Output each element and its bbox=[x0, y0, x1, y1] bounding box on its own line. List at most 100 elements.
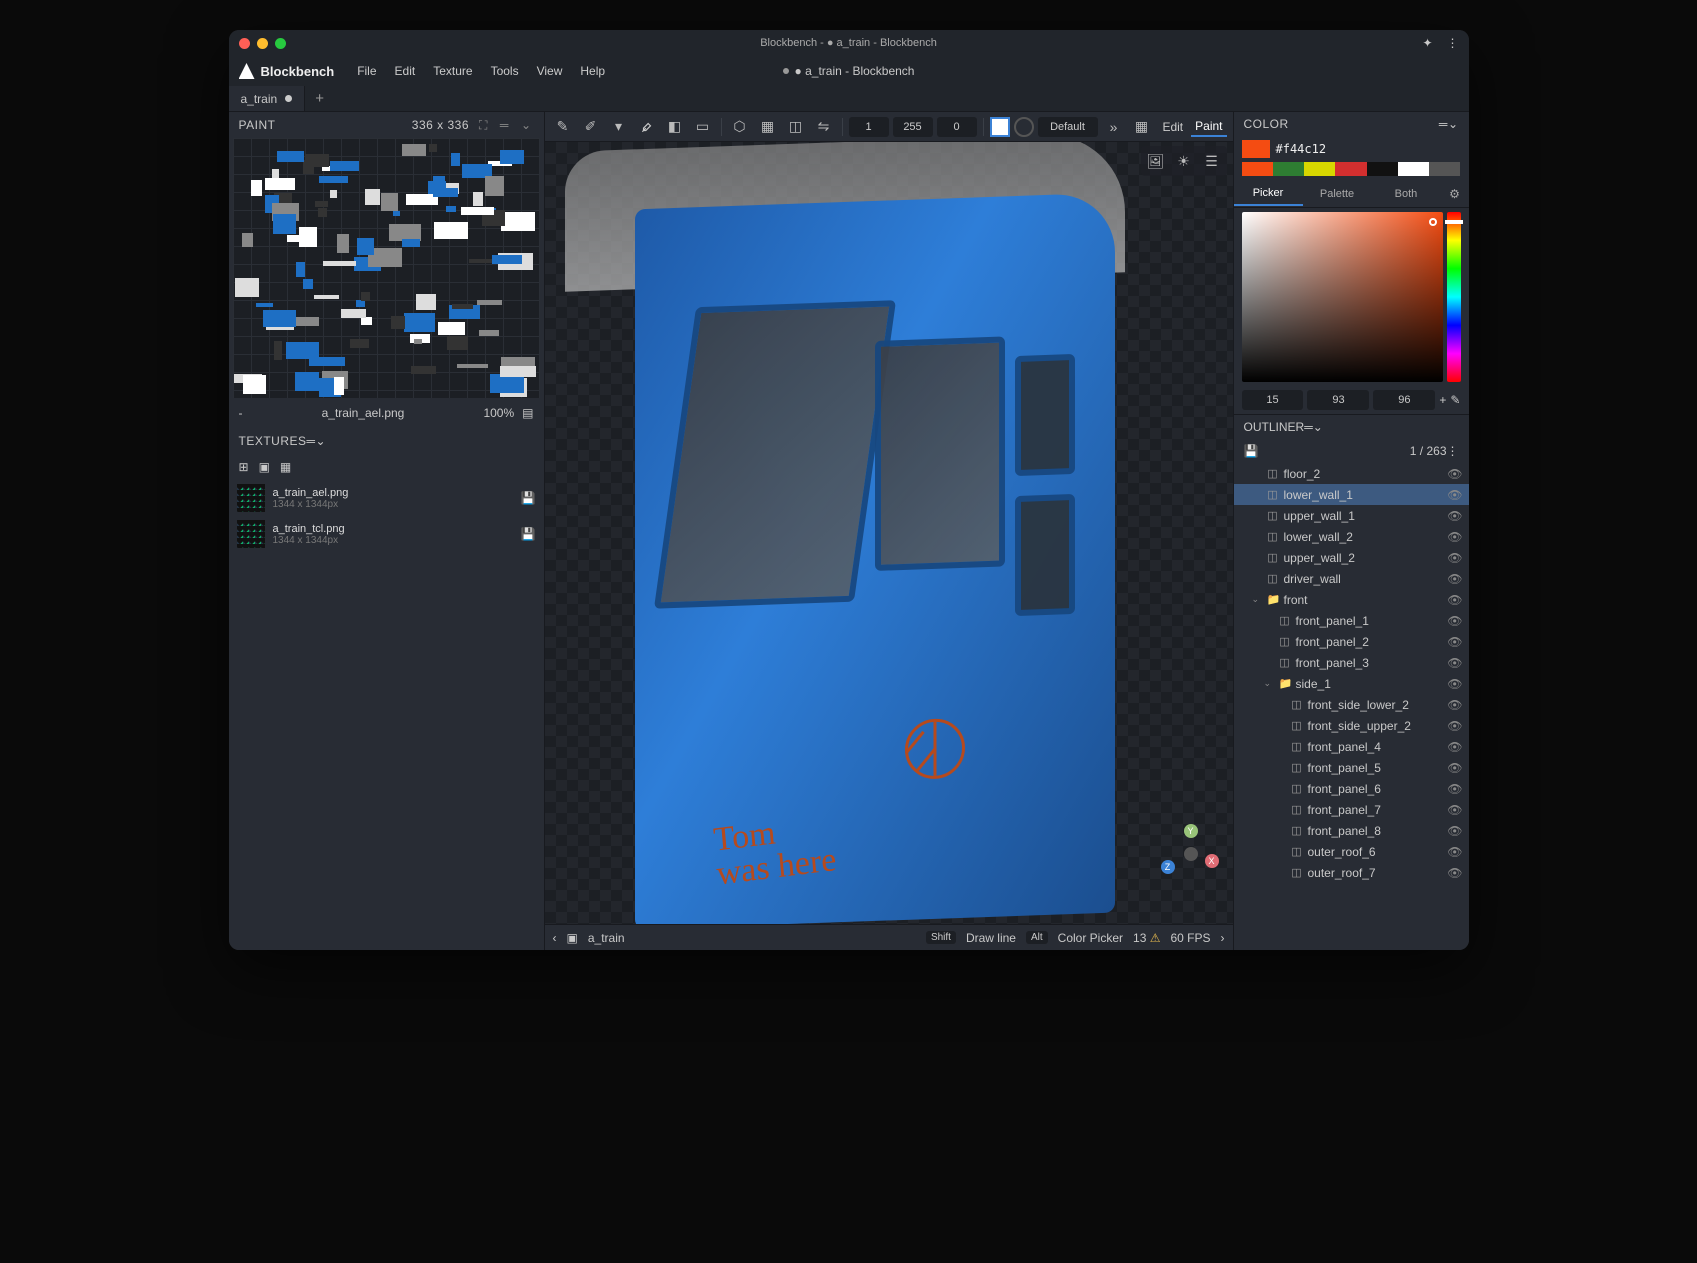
visibility-icon[interactable]: 👁 bbox=[1447, 656, 1462, 670]
menu-tools[interactable]: Tools bbox=[482, 60, 528, 82]
visibility-icon[interactable]: 👁 bbox=[1447, 635, 1462, 649]
menu-file[interactable]: File bbox=[348, 60, 385, 82]
palette-color[interactable] bbox=[1335, 162, 1366, 176]
outliner-item[interactable]: ◫front_side_lower_2👁 bbox=[1234, 694, 1469, 715]
layout-icon[interactable]: ▤ bbox=[522, 406, 533, 420]
softness-input[interactable]: 0 bbox=[937, 117, 977, 137]
add-color-icon[interactable]: + bbox=[1439, 393, 1446, 407]
visibility-icon[interactable]: 👁 bbox=[1447, 782, 1462, 796]
fullscreen-icon[interactable]: ⛶ bbox=[477, 118, 490, 133]
visibility-icon[interactable]: 👁 bbox=[1447, 572, 1462, 586]
back-icon[interactable]: ‹ bbox=[553, 931, 557, 945]
maximize-icon[interactable] bbox=[275, 38, 286, 49]
palette-color[interactable] bbox=[1429, 162, 1460, 176]
kebab-icon[interactable]: ⋮ bbox=[1447, 36, 1459, 50]
visibility-icon[interactable]: 👁 bbox=[1447, 698, 1462, 712]
palette-color[interactable] bbox=[1242, 162, 1273, 176]
new-tab-button[interactable]: + bbox=[305, 86, 334, 111]
eyedropper-icon[interactable]: ✎ bbox=[1450, 393, 1460, 407]
panel-menu-icon[interactable]: ═ bbox=[498, 118, 511, 132]
visibility-icon[interactable]: 👁 bbox=[1447, 551, 1462, 565]
pencil-icon[interactable]: ✐ bbox=[579, 115, 603, 139]
kebab-icon[interactable]: ⋮ bbox=[1447, 444, 1459, 458]
grid-icon[interactable]: ▦ bbox=[280, 460, 291, 474]
gear-icon[interactable]: ⚙ bbox=[1441, 187, 1469, 201]
orientation-gizmo[interactable]: YXZ bbox=[1161, 824, 1221, 884]
visibility-icon[interactable]: 👁 bbox=[1447, 824, 1462, 838]
prev-icon[interactable]: - bbox=[239, 406, 243, 420]
palette-color[interactable] bbox=[1304, 162, 1335, 176]
outliner-item[interactable]: ◫front_panel_7👁 bbox=[1234, 799, 1469, 820]
visibility-icon[interactable]: 👁 bbox=[1447, 677, 1462, 691]
grid-tool-icon[interactable]: ▦ bbox=[756, 115, 780, 139]
outliner-item[interactable]: ◫floor_2👁 bbox=[1234, 463, 1469, 484]
visibility-icon[interactable]: 👁 bbox=[1447, 488, 1462, 502]
palette-color[interactable] bbox=[1367, 162, 1398, 176]
grid-toggle-icon[interactable]: ▦ bbox=[1130, 115, 1154, 139]
blend-mode-select[interactable]: Default bbox=[1038, 117, 1098, 137]
palette-color[interactable] bbox=[1273, 162, 1304, 176]
menu-icon[interactable]: ☰ bbox=[1200, 149, 1224, 173]
visibility-icon[interactable]: 👁 bbox=[1447, 614, 1462, 628]
outliner-item[interactable]: ◫front_panel_6👁 bbox=[1234, 778, 1469, 799]
chevron-down-icon[interactable]: ⌄ bbox=[1448, 117, 1459, 131]
eyedropper-icon[interactable] bbox=[635, 115, 659, 139]
mirror-icon[interactable]: ⇋ bbox=[812, 115, 836, 139]
texture-item[interactable]: a_train_ael.png1344 x 1344px💾 bbox=[229, 480, 544, 516]
extension-icon[interactable]: ✦ bbox=[1422, 36, 1432, 50]
save-icon[interactable]: 💾 bbox=[1244, 444, 1259, 458]
visibility-icon[interactable]: 👁 bbox=[1447, 719, 1462, 733]
outliner-item[interactable]: ◫front_side_upper_2👁 bbox=[1234, 715, 1469, 736]
hue-slider[interactable] bbox=[1447, 212, 1461, 382]
outliner-item[interactable]: ◫front_panel_4👁 bbox=[1234, 736, 1469, 757]
outliner-item[interactable]: ◫outer_roof_6👁 bbox=[1234, 841, 1469, 862]
color-swatch[interactable] bbox=[1242, 140, 1270, 158]
visibility-icon[interactable]: 👁 bbox=[1447, 509, 1462, 523]
visibility-icon[interactable]: 👁 bbox=[1447, 761, 1462, 775]
outliner-item[interactable]: ⌄📁front👁 bbox=[1234, 589, 1469, 610]
brush-size-input[interactable]: 1 bbox=[849, 117, 889, 137]
chevron-down-icon[interactable]: ⌄ bbox=[519, 118, 534, 132]
visibility-icon[interactable]: 👁 bbox=[1447, 803, 1462, 817]
forward-icon[interactable]: › bbox=[1221, 931, 1225, 945]
image-icon[interactable]: 🖼 bbox=[1144, 149, 1168, 173]
chevron-down-icon[interactable]: ⌄ bbox=[1252, 594, 1262, 605]
val-input[interactable]: 96 bbox=[1373, 390, 1435, 410]
outliner-item[interactable]: ◫driver_wall👁 bbox=[1234, 568, 1469, 589]
outliner-item[interactable]: ◫outer_roof_7👁 bbox=[1234, 862, 1469, 883]
tab-a-train[interactable]: a_train bbox=[229, 86, 306, 111]
save-icon[interactable]: 💾 bbox=[521, 491, 536, 505]
brush-icon[interactable]: ✎ bbox=[551, 115, 575, 139]
minimize-icon[interactable] bbox=[257, 38, 268, 49]
visibility-icon[interactable]: 👁 bbox=[1447, 593, 1462, 607]
shape-circle-icon[interactable] bbox=[1014, 117, 1034, 137]
eraser-icon[interactable]: ◧ bbox=[663, 115, 687, 139]
stamp-icon[interactable]: ◫ bbox=[784, 115, 808, 139]
import-icon[interactable]: ▣ bbox=[259, 460, 270, 474]
menu-view[interactable]: View bbox=[528, 60, 572, 82]
save-icon[interactable]: 💾 bbox=[521, 527, 536, 541]
outliner-item[interactable]: ◫upper_wall_2👁 bbox=[1234, 547, 1469, 568]
chevron-down-icon[interactable]: ⌄ bbox=[1264, 678, 1274, 689]
outliner-item[interactable]: ◫upper_wall_1👁 bbox=[1234, 505, 1469, 526]
visibility-icon[interactable]: 👁 bbox=[1447, 530, 1462, 544]
panel-menu-icon[interactable]: ═ bbox=[1304, 420, 1313, 434]
hex-value[interactable]: #f44c12 bbox=[1276, 142, 1327, 156]
opacity-input[interactable]: 255 bbox=[893, 117, 933, 137]
uv-editor[interactable] bbox=[233, 138, 540, 398]
visibility-icon[interactable]: 👁 bbox=[1447, 866, 1462, 880]
panel-menu-icon[interactable]: ═ bbox=[307, 434, 316, 448]
outliner-item[interactable]: ◫front_panel_5👁 bbox=[1234, 757, 1469, 778]
outliner-item[interactable]: ⌄📁side_1👁 bbox=[1234, 673, 1469, 694]
close-icon[interactable] bbox=[239, 38, 250, 49]
outliner-item[interactable]: ◫front_panel_2👁 bbox=[1234, 631, 1469, 652]
mode-paint[interactable]: Paint bbox=[1191, 117, 1226, 137]
visibility-icon[interactable]: 👁 bbox=[1447, 845, 1462, 859]
shape-square-icon[interactable] bbox=[990, 117, 1010, 137]
bucket-icon[interactable]: ▾ bbox=[607, 115, 631, 139]
rect-tool-icon[interactable]: ▭ bbox=[691, 115, 715, 139]
visibility-icon[interactable]: 👁 bbox=[1447, 740, 1462, 754]
tab-both[interactable]: Both bbox=[1372, 183, 1441, 205]
tab-palette[interactable]: Palette bbox=[1303, 183, 1372, 205]
palette-color[interactable] bbox=[1398, 162, 1429, 176]
